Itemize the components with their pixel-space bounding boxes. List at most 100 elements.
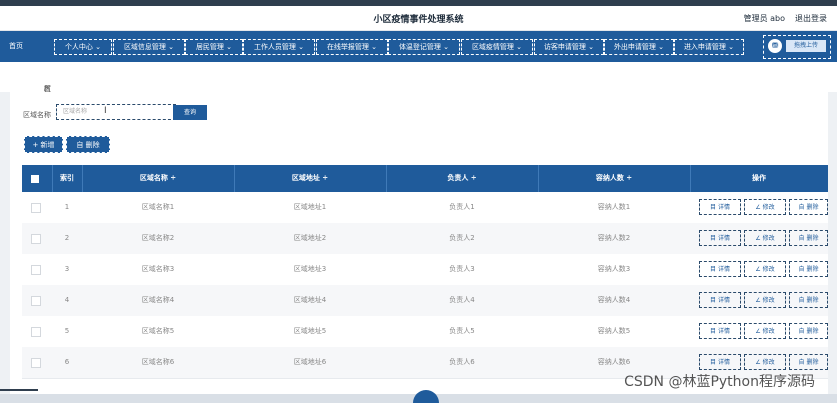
table-row: 1 区域名称1 区域地址1 负责人1 容纳人数1 目 详情 ∠ 修改 自 删除 [22, 192, 828, 224]
cell-index: 1 [64, 203, 70, 211]
nav-item-personal[interactable]: 个人中心 ⌄ [54, 39, 112, 55]
search-label: 区域名称 [23, 111, 51, 119]
header-capacity[interactable]: 容纳人数 ÷ [538, 165, 691, 192]
cell-owner: 负责人1 [449, 203, 475, 211]
batch-delete-button[interactable]: 自 删除 [66, 136, 110, 153]
cell-capacity: 容纳人数4 [597, 296, 631, 304]
chevron-down-icon: ⌄ [516, 43, 523, 51]
header-index: 索引 [52, 165, 83, 192]
delete-button[interactable]: 自 删除 [789, 354, 828, 370]
edit-button[interactable]: ∠ 修改 [744, 230, 786, 246]
edit-button[interactable]: ∠ 修改 [744, 199, 786, 215]
add-button[interactable]: + 新增 [24, 136, 63, 153]
header-area-name[interactable]: 区域名称 ÷ [82, 165, 235, 192]
chevron-down-icon: ⌄ [443, 43, 450, 51]
nav-item-outing[interactable]: 外出申请管理 ⌄ [604, 39, 674, 55]
nav-item-residents[interactable]: 居民管理 ⌄ [185, 39, 243, 55]
cell-index: 2 [64, 234, 70, 242]
nav-item-staff[interactable]: 工作人员管理 ⌄ [243, 39, 315, 55]
detail-button[interactable]: 目 详情 [699, 354, 741, 370]
table-row: 3 区域名称3 区域地址3 负责人3 容纳人数3 目 详情 ∠ 修改 自 删除 [22, 254, 828, 286]
nav-item-area-info[interactable]: 区域信息管理 ⌄ [113, 39, 185, 55]
csdn-watermark: CSDN @林蓝Python程序源码 [624, 374, 815, 390]
main-nav: 首页 个人中心 ⌄ 区域信息管理 ⌄ 居民管理 ⌄ 工作人员管理 ⌄ 在线举报管… [0, 31, 837, 62]
table-row: 5 区域名称5 区域地址5 负责人5 容纳人数5 目 详情 ∠ 修改 自 删除 [22, 316, 828, 348]
nav-item-entry[interactable]: 进入申请管理 ⌄ [674, 39, 744, 55]
cell-owner: 负责人3 [449, 265, 475, 273]
text-cursor-icon: I [104, 106, 107, 116]
chevron-down-icon: ⌄ [371, 43, 378, 51]
nav-item-report[interactable]: 在线举报管理 ⌄ [316, 39, 388, 55]
cell-area-name: 区域名称4 [141, 296, 175, 304]
row-checkbox[interactable] [31, 203, 41, 213]
horizontal-scrollbar[interactable] [0, 389, 38, 391]
delete-button[interactable]: 自 删除 [789, 230, 828, 246]
detail-button[interactable]: 目 详情 [699, 230, 741, 246]
delete-button[interactable]: 自 删除 [789, 292, 828, 308]
chevron-down-icon: ⌄ [226, 43, 233, 51]
detail-button[interactable]: 目 详情 [699, 199, 741, 215]
nav-item-home[interactable]: 首页 [6, 39, 26, 53]
nav-item-area-epidemic[interactable]: 区域疫情管理 ⌄ [461, 39, 533, 55]
delete-button[interactable]: 自 删除 [789, 199, 828, 215]
cell-capacity: 容纳人数5 [597, 327, 631, 335]
row-checkbox[interactable] [31, 358, 41, 368]
cell-index: 5 [64, 327, 70, 335]
cell-area-address: 区域地址6 [293, 358, 327, 366]
row-checkbox[interactable] [31, 265, 41, 275]
row-checkbox[interactable] [31, 327, 41, 337]
edit-button[interactable]: ∠ 修改 [744, 261, 786, 277]
upload-icon: ⛃ [768, 39, 782, 53]
cell-area-address: 区域地址4 [293, 296, 327, 304]
cell-capacity: 容纳人数3 [597, 265, 631, 273]
edit-button[interactable]: ∠ 修改 [744, 292, 786, 308]
cell-owner: 负责人4 [449, 296, 475, 304]
cell-area-name: 区域名称3 [141, 265, 175, 273]
cell-index: 6 [64, 358, 70, 366]
cell-capacity: 容纳人数1 [597, 203, 631, 211]
breadcrumb: 首页 / 区域信息 [0, 62, 837, 123]
upload-label: 拖拽上传 [786, 40, 826, 52]
detail-button[interactable]: 目 详情 [699, 261, 741, 277]
edit-button[interactable]: ∠ 修改 [744, 354, 786, 370]
admin-label: 管理员 abo [743, 14, 785, 23]
chevron-down-icon: ⌄ [588, 43, 595, 51]
header-area-address[interactable]: 区域地址 ÷ [234, 165, 387, 192]
cell-area-name: 区域名称1 [141, 203, 175, 211]
cell-owner: 负责人2 [449, 234, 475, 242]
search-button[interactable]: 查询 [173, 105, 207, 120]
chevron-down-icon: ⌄ [95, 43, 102, 51]
chevron-down-icon: ⌄ [168, 43, 175, 51]
edit-button[interactable]: ∠ 修改 [744, 323, 786, 339]
delete-button[interactable]: 自 删除 [789, 323, 828, 339]
detail-button[interactable]: 目 详情 [699, 323, 741, 339]
cell-capacity: 容纳人数2 [597, 234, 631, 242]
table-row: 2 区域名称2 区域地址2 负责人2 容纳人数2 目 详情 ∠ 修改 自 删除 [22, 223, 828, 255]
search-input[interactable]: 区域名称 [56, 104, 176, 120]
header-bar: 小区疫情事件处理系统 管理员 abo 退出登录 [0, 6, 837, 31]
cell-area-address: 区域地址3 [293, 265, 327, 273]
header-owner[interactable]: 负责人 ÷ [386, 165, 539, 192]
cell-area-name: 区域名称6 [141, 358, 175, 366]
chevron-down-icon: ⌄ [658, 43, 665, 51]
cell-area-name: 区域名称2 [141, 234, 175, 242]
row-checkbox[interactable] [31, 234, 41, 244]
nav-item-visitor[interactable]: 访客申请管理 ⌄ [534, 39, 604, 55]
content-panel: 区域名称 区域名称 I 查询 + 新增 自 删除 索引 区域名称 ÷ 区域地址 … [10, 92, 828, 403]
row-checkbox[interactable] [31, 296, 41, 306]
header-actions: 操作 [752, 174, 766, 182]
cell-area-address: 区域地址1 [293, 203, 327, 211]
cell-owner: 负责人5 [449, 327, 475, 335]
detail-button[interactable]: 目 详情 [699, 292, 741, 308]
delete-button[interactable]: 自 删除 [789, 261, 828, 277]
logout-link[interactable]: 退出登录 [795, 13, 827, 24]
select-all-checkbox[interactable] [31, 175, 39, 183]
cell-index: 4 [64, 296, 70, 304]
chevron-down-icon: ⌄ [728, 43, 735, 51]
cell-area-name: 区域名称5 [141, 327, 175, 335]
nav-item-temperature[interactable]: 体温登记管理 ⌄ [388, 39, 460, 55]
chevron-down-icon: ⌄ [298, 43, 305, 51]
cell-area-address: 区域地址2 [293, 234, 327, 242]
table-row: 4 区域名称4 区域地址4 负责人4 容纳人数4 目 详情 ∠ 修改 自 删除 [22, 285, 828, 317]
drag-upload-button[interactable]: ⛃ 拖拽上传 [763, 35, 831, 59]
